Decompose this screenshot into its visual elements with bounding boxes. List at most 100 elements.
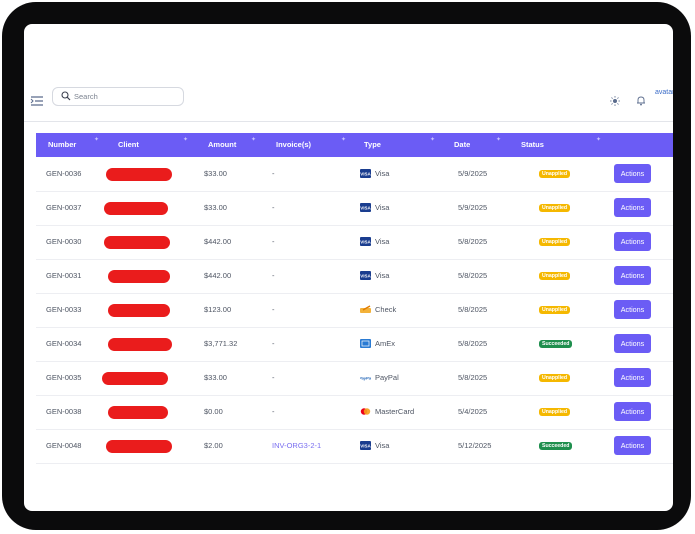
menu-toggle-icon[interactable] <box>30 94 44 108</box>
invoice-link: - <box>272 339 275 348</box>
payment-number: GEN-0036 <box>46 169 82 178</box>
actions-button[interactable]: Actions <box>614 402 651 421</box>
column-header-type[interactable]: Type <box>364 133 381 157</box>
paypal-icon: PayPal <box>360 376 371 381</box>
payment-date: 5/8/2025 <box>458 373 488 382</box>
payment-date: 5/8/2025 <box>458 271 488 280</box>
actions-button[interactable]: Actions <box>614 334 651 353</box>
payment-number: GEN-0035 <box>46 373 82 382</box>
svg-text:VISA: VISA <box>360 206 371 211</box>
visa-icon: VISA <box>360 237 371 246</box>
amount: $0.00 <box>204 407 223 416</box>
column-header-date[interactable]: Date <box>454 133 470 157</box>
header-divider <box>24 121 673 122</box>
sort-icon[interactable]: ✦ <box>496 136 501 143</box>
actions-button[interactable]: Actions <box>614 266 651 285</box>
tablet-frame: avatar Number ✦ Client ✦ Amount ✦ Invoic… <box>2 2 691 530</box>
table-row[interactable]: GEN-0031 $442.00 - VISA Visa 5/8/2025 Unapplie… <box>36 259 673 294</box>
invoice-link: - <box>272 203 275 212</box>
column-header-number[interactable]: Number <box>48 133 76 157</box>
visa-icon: VISA <box>360 169 371 178</box>
table-row[interactable]: GEN-0038 $0.00 - MasterCard 5/4/2025 Unapplie… <box>36 395 673 430</box>
svg-text:PayPal: PayPal <box>360 376 371 381</box>
payment-date: 5/9/2025 <box>458 169 488 178</box>
invoice-link[interactable]: INV-ORG3-2-1 <box>272 429 321 463</box>
avatar[interactable]: avatar <box>655 89 673 111</box>
amount: $123.00 <box>204 305 232 314</box>
sort-icon[interactable]: ✦ <box>251 136 256 143</box>
column-header-status[interactable]: Status <box>521 133 544 157</box>
payment-type: AmEx <box>375 339 396 348</box>
status-badge: Unapplied <box>539 204 571 212</box>
status-badge: Unapplied <box>539 306 571 314</box>
table-header: Number ✦ Client ✦ Amount ✦ Invoice(s) ✦ … <box>36 133 673 157</box>
table-row[interactable]: GEN-0030 $442.00 - VISA Visa 5/8/2025 Unapplie… <box>36 225 673 260</box>
notifications-bell-icon[interactable] <box>636 95 646 106</box>
status-badge: Unapplied <box>539 238 571 246</box>
payment-date: 5/8/2025 <box>458 305 488 314</box>
sort-icon[interactable]: ✦ <box>596 136 601 143</box>
client-redaction <box>106 168 172 181</box>
payment-number: GEN-0031 <box>46 271 82 280</box>
check-icon <box>360 305 371 313</box>
sort-icon[interactable]: ✦ <box>430 136 435 143</box>
payment-date: 5/8/2025 <box>458 237 488 246</box>
amount: $442.00 <box>204 271 232 280</box>
visa-icon: VISA <box>360 441 371 450</box>
amount: $2.00 <box>204 441 223 450</box>
payment-number: GEN-0034 <box>46 339 82 348</box>
payment-type: Visa <box>375 441 390 450</box>
column-header-client[interactable]: Client <box>118 133 139 157</box>
table-row[interactable]: GEN-0033 $123.00 - Check 5/8/2025 Unapplied Ac… <box>36 293 673 328</box>
payment-number: GEN-0033 <box>46 305 82 314</box>
table-row[interactable]: GEN-0035 $33.00 - PayPal PayPal 5/8/2025 Unapp… <box>36 361 673 396</box>
amount: $33.00 <box>204 203 227 212</box>
invoice-link: - <box>272 305 275 314</box>
mastercard-icon <box>360 408 371 415</box>
payment-type: Visa <box>375 271 390 280</box>
sort-icon[interactable]: ✦ <box>341 136 346 143</box>
theme-toggle-icon[interactable] <box>610 96 620 106</box>
column-header-amount[interactable]: Amount <box>208 133 236 157</box>
status-badge: Succeeded <box>539 340 573 348</box>
app-screen: avatar Number ✦ Client ✦ Amount ✦ Invoic… <box>24 24 673 511</box>
invoice-link: - <box>272 169 275 178</box>
actions-button[interactable]: Actions <box>614 198 651 217</box>
actions-button[interactable]: Actions <box>614 436 651 455</box>
svg-text:VISA: VISA <box>360 172 371 177</box>
client-redaction <box>108 338 172 351</box>
invoice-link: - <box>272 271 275 280</box>
payment-number: GEN-0048 <box>46 441 82 450</box>
payment-type: PayPal <box>375 373 399 382</box>
invoice-link: - <box>272 407 275 416</box>
client-redaction <box>108 406 168 419</box>
status-badge: Unapplied <box>539 374 571 382</box>
sort-icon[interactable]: ✦ <box>183 136 188 143</box>
payment-type: MasterCard <box>375 407 415 416</box>
actions-button[interactable]: Actions <box>614 232 651 251</box>
table-row[interactable]: GEN-0048 $2.00 INV-ORG3-2-1 VISA Visa 5/12/20… <box>36 429 673 464</box>
actions-button[interactable]: Actions <box>614 164 651 183</box>
amount: $33.00 <box>204 373 227 382</box>
client-redaction <box>102 372 168 385</box>
status-badge: Succeeded <box>539 442 573 450</box>
invoice-link: - <box>272 373 275 382</box>
payment-type: Visa <box>375 169 390 178</box>
payment-number: GEN-0030 <box>46 237 82 246</box>
payment-type: Visa <box>375 237 390 246</box>
actions-button[interactable]: Actions <box>614 368 651 387</box>
search-input[interactable] <box>74 90 174 103</box>
actions-button[interactable]: Actions <box>614 300 651 319</box>
visa-icon: VISA <box>360 271 371 280</box>
table-row[interactable]: GEN-0037 $33.00 - VISA Visa 5/9/2025 Unapplied… <box>36 191 673 226</box>
table-row[interactable]: GEN-0036 $33.00 - VISA Visa 5/9/2025 Unapplied… <box>36 157 673 192</box>
table-row[interactable]: GEN-0034 $3,771.32 - AmEx 5/8/2025 Succeeded A… <box>36 327 673 362</box>
status-badge: Unapplied <box>539 408 571 416</box>
top-bar: avatar <box>24 84 673 122</box>
search-box[interactable] <box>52 87 184 106</box>
svg-text:VISA: VISA <box>360 444 371 449</box>
column-header-invoices[interactable]: Invoice(s) <box>276 133 311 157</box>
sort-icon[interactable]: ✦ <box>94 136 99 143</box>
status-badge: Unapplied <box>539 272 571 280</box>
visa-icon: VISA <box>360 203 371 212</box>
